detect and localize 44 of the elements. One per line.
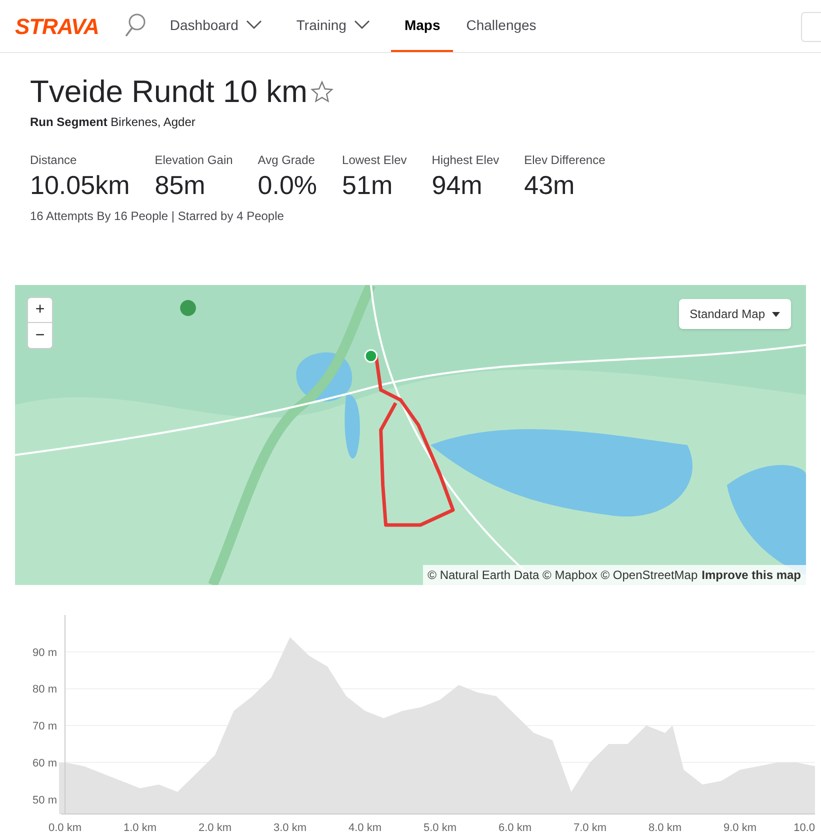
stat-value: 85m [154,169,206,201]
stat-label: Lowest Elev [342,152,407,169]
stat-label: Avg Grade [258,152,316,169]
x-tick-label: 10.0 [794,822,815,834]
stat-value: 94m [432,169,484,201]
stat-value: 51m [342,169,394,201]
caret-icon [772,312,780,316]
nav-tab[interactable]: Maps [391,0,454,52]
y-tick-label: 70 m [32,720,57,733]
nav-tab[interactable]: Challenges [453,0,550,52]
stat-value: 10.05km [30,169,130,201]
nav-tab[interactable]: Dashboard [156,0,276,52]
zoom-in-button[interactable]: + [28,298,52,323]
segment-title: Tveide Rundt 10 km [30,73,308,111]
y-tick-label: 50 m [32,794,57,806]
stat-label: Distance [30,152,78,169]
attribution-text: © Natural Earth Data © Mapbox © OpenStreetMap [428,567,698,584]
x-tick-label: 8.0 km [648,822,682,834]
nav-tab[interactable]: Training [283,0,384,52]
y-tick-label: 90 m [32,646,57,659]
stat-value: 0.0% [258,169,318,201]
zoom-out-button[interactable]: − [28,323,52,348]
y-tick-label: 80 m [32,684,57,696]
y-tick-label: 60 m [32,757,57,770]
x-tick-label: 4.0 km [348,822,382,834]
x-tick-label: 6.0 km [498,822,532,834]
x-tick-label: 3.0 km [274,822,306,834]
attempts-summary: 16 Attempts By 16 People | Starred by 4 People [30,208,285,225]
x-tick-label: 9.0 km [724,822,756,834]
x-tick-label: 5.0 km [424,822,456,834]
segment-map[interactable]: + − Standard Map © Natural Earth Data © Mapbox © OpenStreetMap Improve this map [15,285,806,585]
x-tick-label: 2.0 km [198,822,232,834]
stat-label: Elev Difference [524,152,606,169]
stat-value: 43m [524,169,576,201]
search-icon[interactable] [124,13,146,39]
star-icon[interactable] [310,80,334,104]
stat-label: Highest Elev [432,152,500,169]
improve-map-link[interactable]: Improve this map [702,566,801,584]
map-style-dropdown[interactable]: Standard Map [678,299,791,329]
x-tick-label: 1.0 km [124,822,156,834]
x-tick-label: 7.0 km [574,822,606,834]
segment-subtitle: Run Segment Birkenes, Agder [30,114,196,131]
x-tick-label: 0.0 km [48,822,82,834]
stat-label: Elevation Gain [154,152,233,169]
